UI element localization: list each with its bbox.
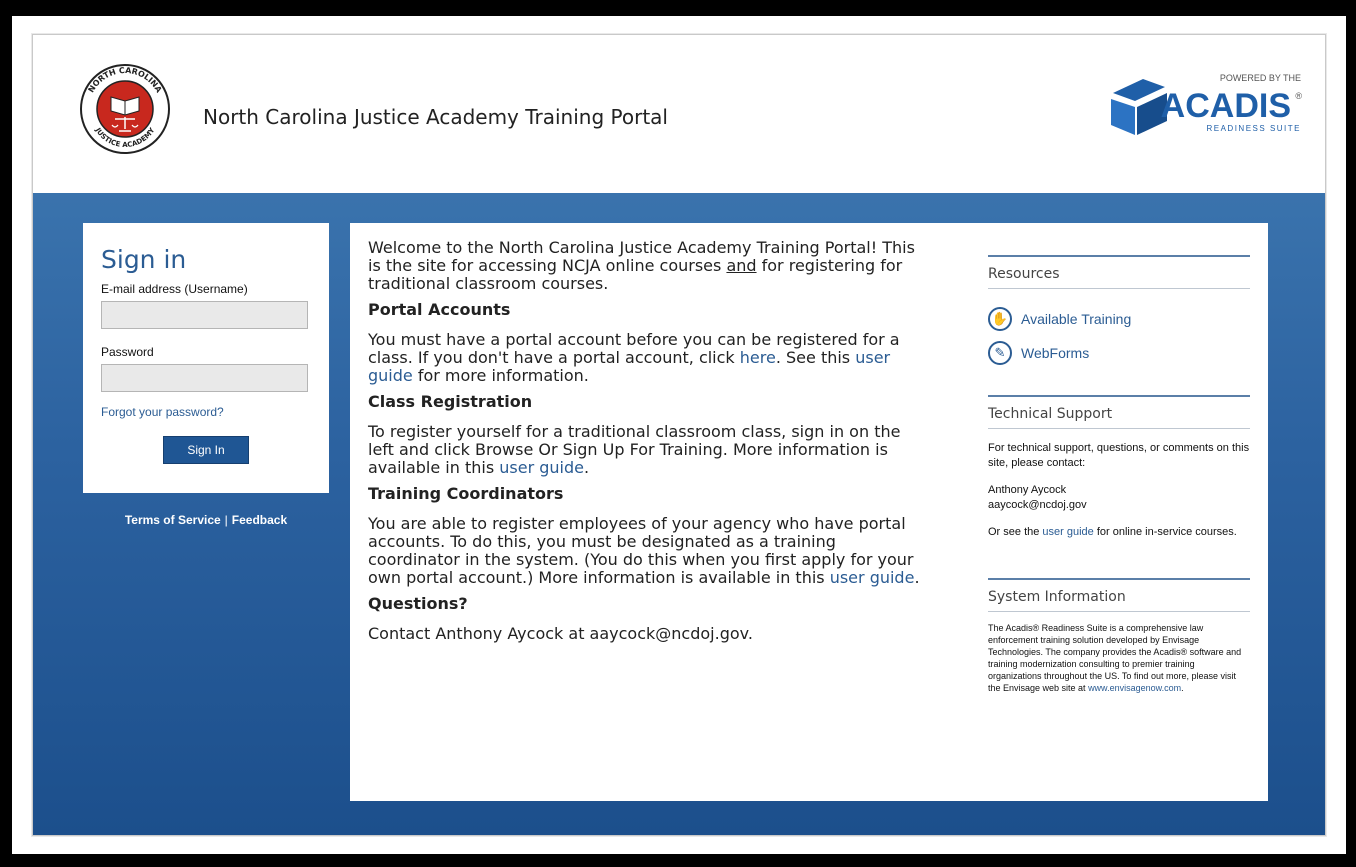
webforms-icon: ✎ <box>988 341 1012 365</box>
terms-of-service-link[interactable]: Terms of Service <box>125 513 221 527</box>
portal-accounts-heading: Portal Accounts <box>368 300 511 319</box>
training-coordinators-heading: Training Coordinators <box>368 484 564 503</box>
support-guide-text: Or see the user guide for online in-serv… <box>988 526 1237 538</box>
welcome-intro: Welcome to the North Carolina Justice Ac… <box>368 238 915 293</box>
class-registration-heading: Class Registration <box>368 392 533 411</box>
svg-text:POWERED BY THE: POWERED BY THE <box>1220 73 1301 83</box>
training-icon: ✋ <box>988 307 1012 331</box>
footer-separator: | <box>224 513 228 527</box>
ncja-seal-logo: NORTH CAROLINA JUSTICE ACADEMY <box>80 64 170 154</box>
screenshot-frame: NORTH CAROLINA JUSTICE ACADEMY North Car… <box>12 16 1346 854</box>
acadis-logo: POWERED BY THE ACADIS ® READINESS SUITE <box>1111 73 1302 135</box>
available-training-label: Available Training <box>1021 311 1132 327</box>
coordinator-user-guide-link[interactable]: user guide <box>830 568 915 587</box>
svg-text:ACADIS: ACADIS <box>1161 87 1291 125</box>
training-coordinators-text: You are able to register employees of yo… <box>368 514 920 587</box>
sign-in-heading: Sign in <box>101 245 187 274</box>
envisage-link[interactable]: www.envisagenow.com <box>1088 683 1181 693</box>
password-field[interactable] <box>101 364 308 392</box>
support-intro: For technical support, questions, or com… <box>988 442 1250 469</box>
webforms-link[interactable]: ✎ WebForms <box>988 341 1250 365</box>
footer-links: Terms of Service | Feedback <box>83 513 329 527</box>
technical-support-title: Technical Support <box>988 395 1250 429</box>
forgot-password-link[interactable]: Forgot your password? <box>101 405 311 419</box>
email-label: E-mail address (Username) <box>101 282 248 296</box>
portal-accounts-text: You must have a portal account before yo… <box>368 330 900 385</box>
available-training-link[interactable]: ✋ Available Training <box>988 307 1250 331</box>
support-name: Anthony Aycock <box>988 484 1067 496</box>
support-contact: Anthony Aycock aaycock@ncdoj.gov <box>988 483 1250 513</box>
right-sidebar: Resources ✋ Available Training ✎ WebForm… <box>988 255 1250 694</box>
sign-in-panel: Sign in E-mail address (Username) Passwo… <box>83 223 329 493</box>
email-field[interactable] <box>101 301 308 329</box>
header: NORTH CAROLINA JUSTICE ACADEMY North Car… <box>33 35 1325 193</box>
and-underlined: and <box>726 256 757 275</box>
password-label: Password <box>101 345 154 359</box>
questions-heading: Questions? <box>368 594 468 613</box>
svg-text:READINESS SUITE: READINESS SUITE <box>1206 124 1301 133</box>
webforms-label: WebForms <box>1021 345 1090 361</box>
class-user-guide-link[interactable]: user guide <box>499 458 584 477</box>
questions-text: Contact Anthony Aycock at aaycock@ncdoj.… <box>368 624 753 643</box>
svg-text:®: ® <box>1295 91 1302 101</box>
here-link[interactable]: here <box>740 348 776 367</box>
system-information-title: System Information <box>988 578 1250 612</box>
technical-support-text: For technical support, questions, or com… <box>988 441 1250 540</box>
resources-title: Resources <box>988 255 1250 289</box>
support-user-guide-link[interactable]: user guide <box>1042 526 1093 538</box>
sign-in-button[interactable]: Sign In <box>163 436 249 464</box>
system-information-text: The Acadis® Readiness Suite is a compreh… <box>988 623 1242 693</box>
feedback-link[interactable]: Feedback <box>232 513 287 527</box>
class-registration-text: To register yourself for a traditional c… <box>368 422 901 477</box>
main-content-panel: Welcome to the North Carolina Justice Ac… <box>350 223 1268 801</box>
support-email: aaycock@ncdoj.gov <box>988 499 1087 511</box>
portal-title: North Carolina Justice Academy Training … <box>203 105 668 129</box>
portal-page: NORTH CAROLINA JUSTICE ACADEMY North Car… <box>32 34 1326 836</box>
welcome-section: Welcome to the North Carolina Justice Ac… <box>368 239 928 651</box>
